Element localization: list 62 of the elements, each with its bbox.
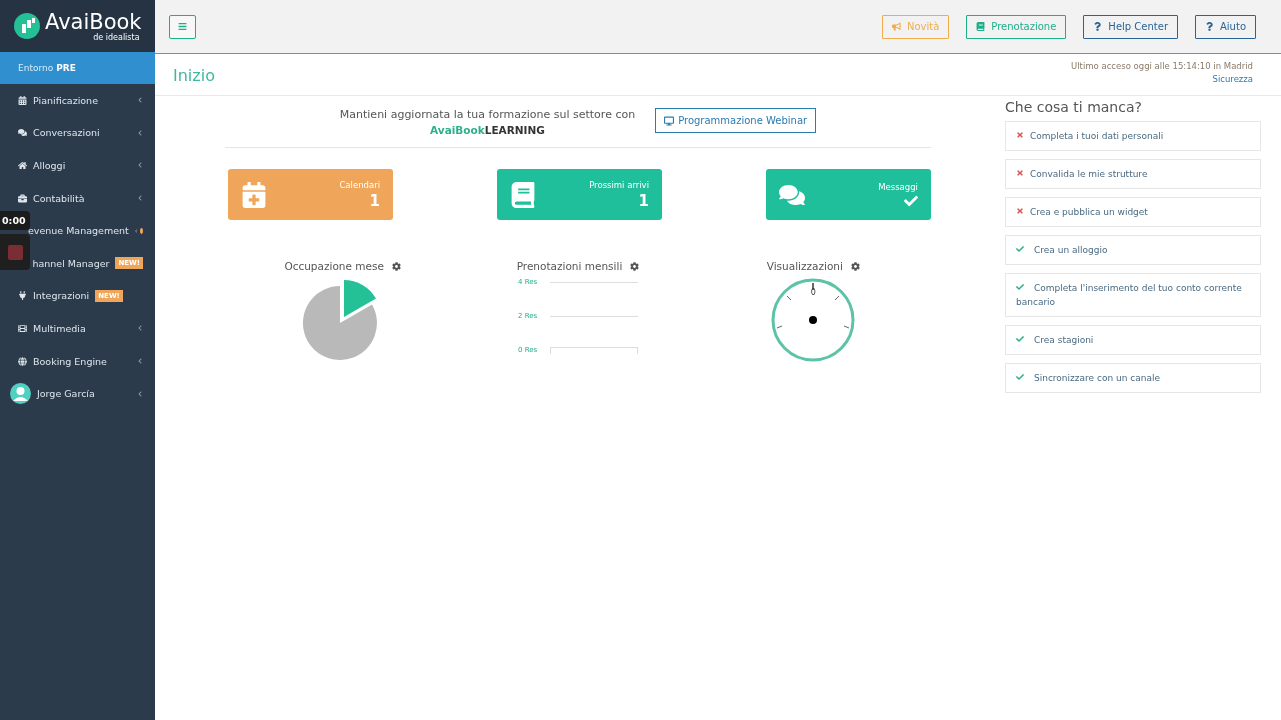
logo-name: AvaiBook [45, 10, 142, 33]
sidebar-item[interactable]: Contabilità [33, 192, 131, 204]
plug-icon [18, 291, 27, 301]
question-icon [1093, 22, 1103, 31]
calendar-plus-icon [241, 181, 267, 208]
page-title: Inizio [173, 66, 215, 87]
sidebar-item[interactable]: Conversazioni [33, 127, 131, 139]
card-label: Calendari [339, 179, 380, 190]
gauge-reading: 0 [809, 288, 817, 297]
logo-subtitle: de idealista [93, 32, 140, 42]
header-button[interactable]: Help Center [1083, 14, 1178, 39]
monitor-icon [664, 115, 675, 126]
environment-label: Entorno [18, 63, 54, 73]
checklist-item[interactable]: Completa l'inserimento del tuo conto corrente bancario [1005, 273, 1261, 317]
learning-text: Mantieni aggiornata la tua formazione sul settore con [339, 108, 636, 121]
checklist-item[interactable]: Convalida le mie strutture [1005, 159, 1261, 189]
briefcase-icon [18, 193, 27, 203]
security-link[interactable]: Sicurezza [1212, 74, 1253, 84]
book-icon [510, 181, 536, 208]
recording-timer: 0:00 [0, 211, 30, 230]
checklist-item[interactable]: Crea e pubblica un widget [1005, 197, 1261, 227]
menu-icon [178, 22, 187, 31]
widget-title: Prenotazioni mensili [516, 260, 623, 272]
checklist-title: Che cosa ti manca? [1005, 99, 1143, 115]
checklist-item[interactable]: Crea stagioni [1005, 325, 1261, 355]
header-button[interactable]: Aiuto [1195, 14, 1256, 39]
card-value: 1 [638, 191, 649, 210]
settings-icon[interactable] [850, 261, 860, 271]
check-icon [904, 193, 918, 208]
environment-value: PRE [56, 63, 76, 73]
widget-title: Occupazione mese [284, 260, 384, 272]
chat-icon [18, 128, 27, 138]
sidebar-item[interactable]: hannel Manager [32, 257, 110, 269]
last-access-text: Ultimo acceso oggi alle 15:14:10 in Madrid [1071, 61, 1253, 71]
sidebar-item[interactable]: Booking Engine [33, 355, 131, 367]
learning-brand: AvaiBookLEARNING [430, 124, 545, 136]
sidebar-item[interactable]: Multimedia [33, 322, 131, 334]
settings-icon[interactable] [630, 261, 640, 271]
user-name[interactable]: Jorge García [37, 388, 131, 400]
checklist-item[interactable]: Sincronizzare con un canale [1005, 363, 1261, 393]
card-label: Prossimi arrivi [589, 179, 649, 190]
settings-icon[interactable] [391, 261, 401, 271]
book-icon [976, 22, 986, 31]
sidebar-item[interactable]: evenue Management [27, 225, 129, 237]
sidebar-item[interactable]: Pianificazione [33, 94, 131, 106]
calendar-icon [18, 95, 27, 105]
logo-icon [14, 13, 40, 39]
sidebar-item[interactable]: Alloggi [33, 160, 131, 171]
film-icon [18, 323, 27, 333]
checklist-item[interactable]: Completa i tuoi dati personali [1005, 121, 1261, 151]
card-value: 1 [369, 191, 380, 210]
globe-icon [18, 356, 27, 366]
webinar-button[interactable]: Programmazione Webinar [655, 108, 817, 133]
house-icon [18, 161, 27, 170]
card-label: Messaggi [878, 181, 918, 192]
checklist-item[interactable]: Crea un alloggio [1005, 235, 1261, 265]
avatar-icon [10, 383, 31, 405]
sidebar-item[interactable]: Integrazioni [33, 290, 90, 302]
megaphone-icon [891, 22, 901, 31]
menu-button[interactable] [169, 14, 196, 39]
question-icon [1205, 22, 1214, 31]
widget-title: Visualizzazioni [766, 260, 843, 272]
